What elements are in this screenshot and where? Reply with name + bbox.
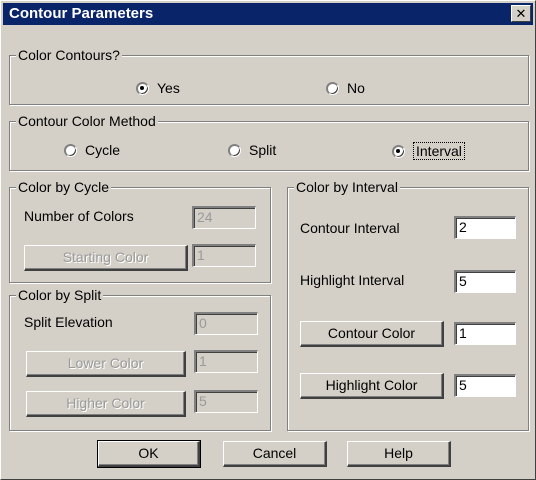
split-elevation-label: Split Elevation — [24, 314, 113, 330]
radio-cycle-indicator — [64, 143, 77, 157]
number-of-colors-label: Number of Colors — [24, 208, 134, 224]
color-by-cycle-group: Color by Cycle Number of Colors 24 Start… — [9, 179, 271, 283]
highlight-color-button[interactable]: Highlight Color — [300, 373, 444, 399]
radio-cycle-label: Cycle — [85, 142, 121, 158]
title-bar: Contour Parameters ✕ — [3, 3, 533, 25]
ok-button[interactable]: OK — [97, 440, 201, 468]
color-by-split-legend: Color by Split — [16, 287, 104, 303]
color-by-split-group: Color by Split Split Elevation 0 Lower C… — [9, 287, 271, 431]
radio-no-indicator — [326, 81, 339, 95]
highlight-color-field[interactable]: 5 — [454, 374, 516, 397]
highlight-interval-label: Highlight Interval — [300, 272, 405, 288]
help-button[interactable]: Help — [347, 441, 451, 467]
radio-cycle[interactable]: Cycle — [64, 142, 120, 158]
radio-no-label: No — [347, 80, 365, 96]
cancel-button[interactable]: Cancel — [223, 441, 327, 467]
radio-yes-indicator — [136, 81, 149, 95]
lower-color-field[interactable]: 1 — [194, 350, 258, 373]
radio-no[interactable]: No — [326, 80, 365, 96]
color-by-interval-group: Color by Interval Contour Interval 2 Hig… — [287, 179, 529, 431]
higher-color-field[interactable]: 5 — [194, 390, 258, 413]
window-title: Contour Parameters — [9, 5, 154, 22]
color-by-interval-legend: Color by Interval — [294, 179, 400, 195]
radio-interval[interactable]: Interval — [392, 142, 465, 160]
number-of-colors-field[interactable]: 24 — [192, 206, 256, 229]
radio-split-label: Split — [249, 142, 277, 158]
radio-split-indicator — [228, 143, 241, 157]
highlight-interval-field[interactable]: 5 — [454, 270, 516, 293]
starting-color-button[interactable]: Starting Color — [24, 245, 188, 271]
contour-interval-field[interactable]: 2 — [454, 216, 516, 239]
close-icon: ✕ — [515, 6, 527, 21]
contour-interval-label: Contour Interval — [300, 220, 400, 236]
lower-color-button[interactable]: Lower Color — [26, 351, 186, 377]
higher-color-button[interactable]: Higher Color — [26, 391, 186, 417]
split-elevation-field[interactable]: 0 — [194, 312, 258, 335]
radio-interval-label: Interval — [413, 142, 465, 160]
contour-color-button[interactable]: Contour Color — [300, 321, 444, 347]
color-contours-group: Color Contours? Yes No — [9, 47, 529, 105]
contour-color-field[interactable]: 1 — [454, 322, 516, 345]
contour-parameters-dialog: Contour Parameters ✕ Color Contours? Yes… — [0, 0, 536, 480]
color-method-legend: Contour Color Method — [16, 113, 158, 129]
color-by-cycle-legend: Color by Cycle — [16, 179, 112, 195]
radio-yes-label: Yes — [157, 80, 180, 96]
color-contours-legend: Color Contours? — [16, 47, 122, 63]
radio-split[interactable]: Split — [228, 142, 276, 158]
close-button[interactable]: ✕ — [511, 5, 531, 22]
radio-yes[interactable]: Yes — [136, 80, 180, 96]
color-method-group: Contour Color Method Cycle Split Interva… — [9, 113, 529, 171]
starting-color-field[interactable]: 1 — [192, 244, 256, 267]
radio-interval-indicator — [392, 144, 405, 158]
